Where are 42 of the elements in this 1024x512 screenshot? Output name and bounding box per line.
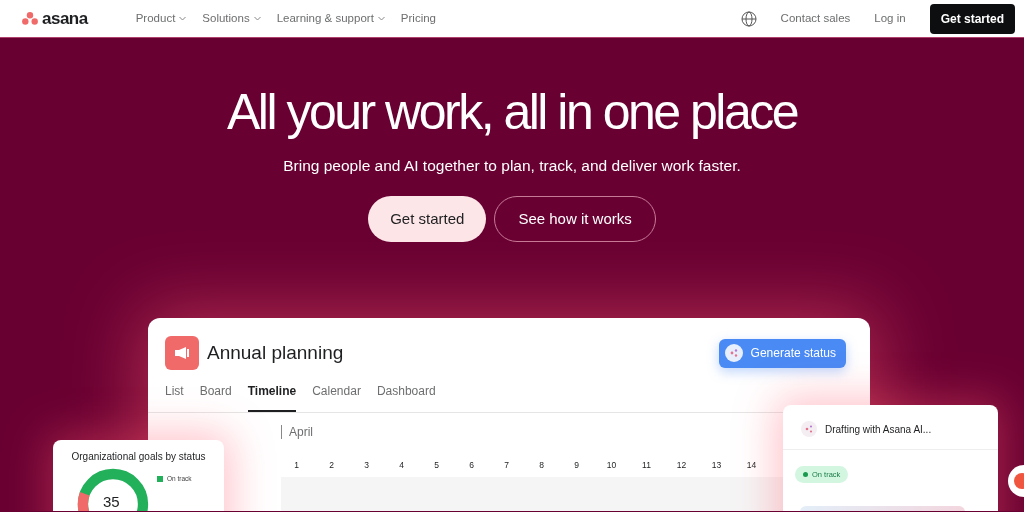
day-number: 13 — [710, 459, 723, 472]
hero-heading: All your work, all in one place — [225, 85, 799, 140]
megaphone-icon — [165, 336, 199, 370]
card-title: Organizational goals by status — [70, 450, 207, 464]
day-number: 7 — [503, 459, 510, 472]
login-link[interactable]: Log in — [874, 9, 906, 28]
month-label: April — [281, 425, 313, 439]
day-number: 9 — [573, 459, 580, 472]
day-number: 10 — [605, 459, 618, 472]
logo-text[interactable]: asana — [42, 5, 88, 32]
nav-menu-item[interactable]: Product — [135, 9, 187, 28]
view-tab[interactable]: Board — [199, 382, 232, 412]
project-title: Annual planning — [207, 340, 344, 365]
nav-menu-item[interactable]: Learning & support — [276, 9, 385, 28]
day-number: 4 — [398, 459, 405, 472]
nav-menu-item[interactable]: Pricing — [400, 9, 436, 28]
day-number: 2 — [328, 459, 335, 472]
day-number: 1 — [293, 459, 300, 472]
day-number: 11 — [641, 459, 652, 472]
hero-subtitle: Bring people and AI together to plan, track, and deliver work faster. — [282, 156, 742, 176]
nav-menu-item[interactable]: Solutions — [202, 9, 261, 28]
view-tab[interactable]: Timeline — [247, 382, 297, 412]
day-number: 14 — [745, 459, 758, 472]
contact-sales-link[interactable]: Contact sales — [780, 9, 851, 28]
logo-icon — [22, 12, 38, 25]
view-tab[interactable]: List — [165, 382, 184, 412]
total-count: 35 — [103, 494, 120, 509]
view-tab[interactable]: Calendar — [312, 382, 361, 412]
day-number: 8 — [538, 459, 545, 472]
day-number: 6 — [468, 459, 475, 472]
view-tab[interactable]: Dashboard — [376, 382, 436, 412]
get-started-button[interactable]: Get started — [368, 196, 487, 243]
day-number: 3 — [363, 459, 370, 472]
sparkle-icon — [801, 421, 817, 437]
sparkle-icon — [724, 344, 743, 362]
day-number: 12 — [675, 459, 688, 472]
get-started-button[interactable]: Get started — [929, 3, 1015, 34]
generate-status-button[interactable]: Generate status — [718, 338, 846, 368]
legend-swatch — [157, 475, 163, 482]
globe-icon[interactable] — [740, 10, 757, 27]
day-number: 5 — [433, 459, 440, 472]
ai-card-title: Drafting with Asana AI... — [825, 422, 932, 437]
